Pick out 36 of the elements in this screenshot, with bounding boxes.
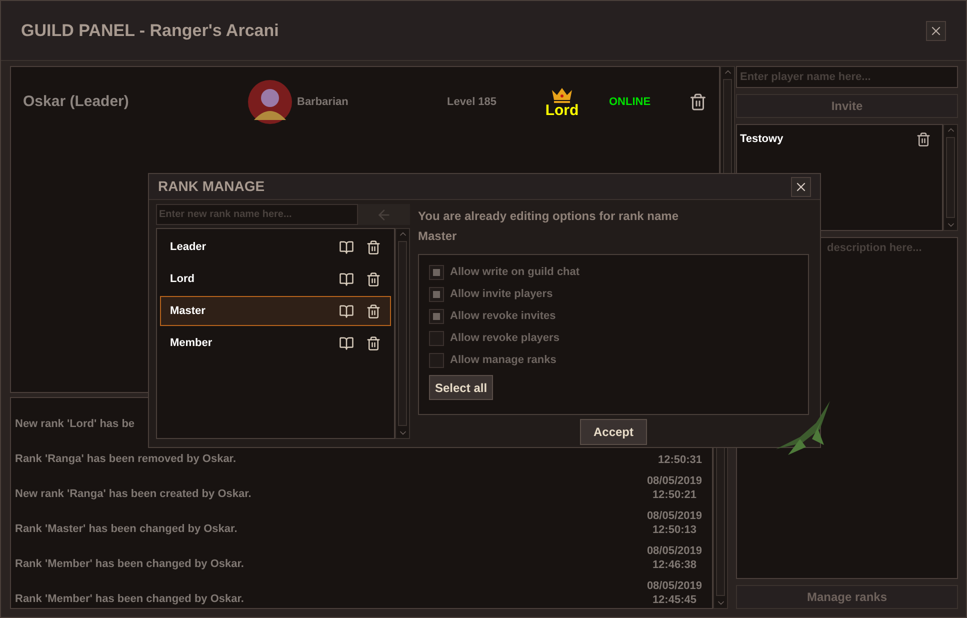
log-message: New rank 'Ranga' has been created by Oskar. (15, 486, 252, 502)
log-message: Rank 'Member' has been changed by Oskar. (15, 592, 244, 606)
log-message: New rank 'Lord' has be (15, 416, 135, 432)
member-rank: Lord (545, 102, 579, 118)
option-label: Allow invite players (450, 286, 553, 302)
log-date: 08/05/2019 (646, 509, 702, 523)
invite-name: Testowy (740, 132, 784, 147)
log-message: Rank 'Member' has been changed by Oskar. (15, 556, 244, 572)
edit-notice: You are already editing options for rank name (418, 208, 680, 225)
member-level: Level 185 (447, 94, 498, 110)
member-name: Oskar (Leader) (23, 92, 130, 112)
rank-name: Master (418, 228, 458, 245)
window-title: GUILD PANEL - Ranger's Arcani (21, 20, 279, 42)
option-label: Allow write on guild chat (450, 264, 580, 280)
log-message: Rank 'Ranga' has been removed by Oskar. (15, 452, 236, 466)
rank-item[interactable]: Lord (160, 264, 391, 294)
log-time: 12:46:38 (652, 558, 696, 572)
log-time: 12:50:31 (658, 453, 702, 467)
accept-button[interactable]: Accept (580, 419, 646, 445)
option-label: Allow revoke players (450, 330, 560, 346)
log-date: 08/05/2019 (646, 544, 702, 558)
rank-item[interactable]: Member (160, 328, 391, 358)
option-label: Allow revoke invites (450, 308, 556, 324)
log-time: 12:45:45 (652, 593, 696, 607)
rank-item[interactable]: Master (160, 296, 391, 326)
log-message: Rank 'Master' has been changed by Oskar. (15, 522, 238, 536)
option-label: Allow manage ranks (450, 352, 556, 368)
log-date: 08/05/2019 (646, 474, 702, 488)
dialog-title: RANK MANAGE (158, 177, 265, 196)
member-class: Barbarian (297, 94, 350, 110)
log-date: 08/05/2019 (646, 579, 702, 593)
member-status: ONLINE (609, 94, 652, 110)
log-time: 12:50:13 (652, 523, 696, 537)
log-time: 12:50:21 (652, 488, 696, 502)
select-all-button[interactable]: Select all (429, 375, 494, 400)
rank-item[interactable]: Leader (160, 232, 391, 262)
